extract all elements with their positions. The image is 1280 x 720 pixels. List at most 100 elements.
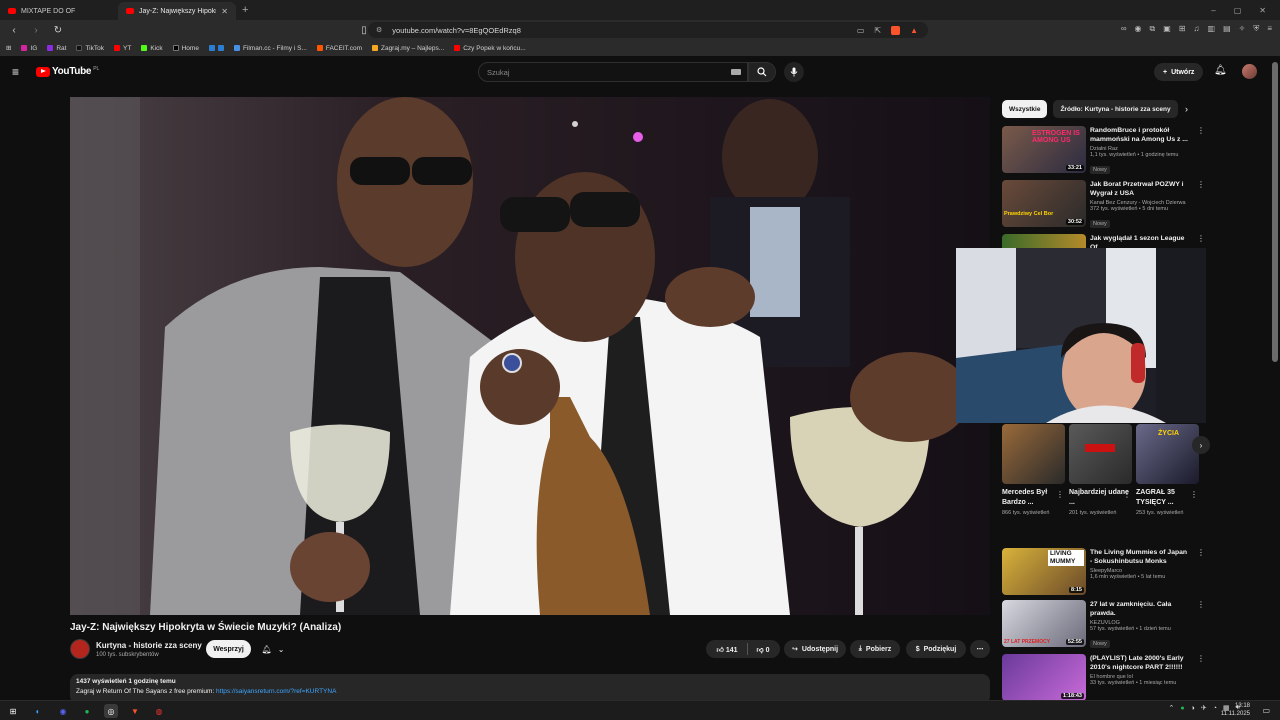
- keyboard-icon[interactable]: [731, 69, 741, 75]
- rewards-icon[interactable]: ▲: [910, 26, 918, 35]
- more-options-icon[interactable]: ⋮: [1190, 490, 1198, 499]
- thanks-button[interactable]: $ Podziękuj: [906, 640, 966, 658]
- chevron-right-icon[interactable]: ›: [1185, 104, 1188, 114]
- chip-from-channel[interactable]: Źródło: Kurtyna - historie zza sceny: [1053, 100, 1178, 118]
- tray-app-icon[interactable]: ◔: [1213, 705, 1217, 712]
- site-info-icon[interactable]: ⚙: [376, 26, 382, 34]
- recommendation-item[interactable]: Prawdziwy Cel Bor 30:52 Jak Borat Przetr…: [1002, 180, 1207, 230]
- share-button[interactable]: ↪ Udostępnij: [784, 640, 846, 658]
- shorts-next-button[interactable]: ›: [1192, 436, 1210, 454]
- hamburger-menu-icon[interactable]: ≡: [12, 65, 19, 79]
- download-button[interactable]: ⤓ Pobierz: [850, 640, 900, 658]
- short-thumbnail[interactable]: ŻYCIA: [1136, 424, 1199, 484]
- video-player[interactable]: [70, 97, 990, 615]
- brave-shield-icon[interactable]: [891, 25, 901, 35]
- close-window-icon[interactable]: ✕: [1259, 6, 1266, 15]
- brave-icon[interactable]: ▼: [128, 704, 142, 718]
- recommendation-item[interactable]: 27 LAT PRZEMOCY 52:55 27 lat w zamknięci…: [1002, 600, 1207, 650]
- chip-all[interactable]: Wszystkie: [1002, 100, 1048, 118]
- app-icon[interactable]: ◍: [152, 704, 166, 718]
- youtube-logo[interactable]: YouTube PL: [36, 66, 99, 77]
- sidebar-icon[interactable]: ▥: [1208, 24, 1216, 34]
- user-avatar[interactable]: [1242, 64, 1257, 79]
- forward-icon[interactable]: ›: [28, 25, 44, 36]
- recommendation-item[interactable]: ESTROGEN IS AMONG US 33:21 RandomBruce i…: [1002, 126, 1207, 176]
- more-options-icon[interactable]: ⋮: [1197, 654, 1205, 663]
- channel-avatar[interactable]: [70, 639, 90, 659]
- address-bar[interactable]: ⚙ youtube.com/watch?v=8EgQOEdRzq8 ▭ ⇱ ▲: [368, 22, 928, 38]
- tray-app-icon[interactable]: ●: [1180, 705, 1184, 712]
- obs-icon[interactable]: ◎: [104, 704, 118, 718]
- bookmark-item[interactable]: FACEIT.com: [316, 45, 362, 52]
- create-button[interactable]: + Utwórz: [1154, 63, 1204, 81]
- extension-icon[interactable]: ∞: [1121, 24, 1127, 34]
- system-clock[interactable]: 13:18 11.11.2025: [1221, 702, 1250, 718]
- dislike-button[interactable]: 👎︎ 0: [757, 645, 770, 654]
- more-options-icon[interactable]: ⋮: [1056, 490, 1064, 499]
- back-icon[interactable]: ‹: [6, 25, 22, 36]
- video-thumbnail[interactable]: LIVING MUMMY 8:15: [1002, 548, 1086, 595]
- reload-icon[interactable]: ↻: [50, 25, 66, 36]
- recommendation-item[interactable]: 1:18:43 (PLAYLIST) Late 2000's Early 201…: [1002, 654, 1207, 704]
- video-thumbnail[interactable]: [1002, 234, 1086, 248]
- apps-icon[interactable]: ⊞: [6, 44, 11, 52]
- bookmark-item[interactable]: Czy Popek w końcu...: [454, 45, 526, 52]
- extension-icon[interactable]: ▣: [1163, 24, 1171, 34]
- menu-icon[interactable]: ≡: [1267, 24, 1272, 34]
- like-button[interactable]: 👍︎ 141: [717, 645, 738, 654]
- music-icon[interactable]: ♫: [1194, 24, 1200, 34]
- browser-tab-mixtape[interactable]: MIXTAPE DO OF: [0, 2, 118, 20]
- more-options-icon[interactable]: ⋮: [1197, 126, 1205, 135]
- bookmark-item[interactable]: TikTok: [76, 45, 104, 52]
- start-menu-icon[interactable]: ⊞: [6, 704, 20, 718]
- extension-icon[interactable]: ◉: [1135, 24, 1142, 34]
- extension-icon[interactable]: ⧉: [1150, 24, 1156, 34]
- notifications-bell-icon[interactable]: 🔔︎: [1214, 65, 1227, 76]
- short-thumbnail[interactable]: [1069, 424, 1132, 484]
- spotify-icon[interactable]: ●: [80, 704, 94, 718]
- bookmark-item[interactable]: Kick: [141, 45, 163, 52]
- leo-icon[interactable]: ✧: [1239, 24, 1246, 34]
- new-tab-icon[interactable]: +: [236, 4, 254, 16]
- bookmark-item[interactable]: YT: [114, 45, 131, 52]
- bookmark-item[interactable]: IG: [21, 45, 37, 52]
- video-thumbnail[interactable]: ESTROGEN IS AMONG US 33:21: [1002, 126, 1086, 173]
- support-button[interactable]: Wesprzyj: [206, 640, 251, 658]
- page-scrollbar[interactable]: [1272, 62, 1278, 362]
- voice-search-button[interactable]: [784, 62, 804, 82]
- video-thumbnail[interactable]: 27 LAT PRZEMOCY 52:55: [1002, 600, 1086, 647]
- chevron-up-icon[interactable]: ⌃: [1169, 704, 1175, 712]
- bookmark-item[interactable]: Filman.cc - Filmy i S...: [233, 45, 307, 52]
- notifications-icon[interactable]: ▭: [1262, 706, 1270, 715]
- discord-icon[interactable]: ◉: [56, 704, 70, 718]
- tray-app-icon[interactable]: ✈: [1201, 704, 1207, 712]
- minimize-icon[interactable]: –: [1211, 6, 1215, 15]
- maximize-icon[interactable]: ▢: [1234, 6, 1242, 15]
- bookmark-item[interactable]: Home: [172, 45, 199, 52]
- recommendation-item[interactable]: LIVING MUMMY 8:15 The Living Mummies of …: [1002, 548, 1207, 598]
- channel-name[interactable]: Kurtyna - historie zza sceny: [96, 641, 202, 650]
- bookmark-item[interactable]: [208, 45, 224, 51]
- browser-tab-active[interactable]: Jay-Z: Największy Hipokryta ✕: [118, 2, 236, 20]
- search-input[interactable]: Szukaj: [478, 62, 748, 82]
- recommendation-item[interactable]: Jak wyglądał 1 sezon League Of ⋮: [1002, 234, 1207, 248]
- subscription-notification-button[interactable]: 🔔︎ ⌄: [256, 640, 290, 658]
- edge-icon[interactable]: ◐: [31, 704, 45, 718]
- vpn-icon[interactable]: ⛨: [1253, 24, 1259, 34]
- more-options-icon[interactable]: ⋮: [1197, 180, 1205, 189]
- short-thumbnail[interactable]: [1002, 424, 1065, 484]
- search-button[interactable]: [748, 62, 776, 82]
- wallet-icon[interactable]: ▤: [1223, 24, 1231, 34]
- video-thumbnail[interactable]: 1:18:43: [1002, 654, 1086, 701]
- bookmark-item[interactable]: Rat: [47, 45, 66, 52]
- close-tab-icon[interactable]: ✕: [221, 7, 228, 16]
- more-actions-button[interactable]: ⋯: [970, 640, 990, 658]
- extension-icon[interactable]: ⊞: [1179, 24, 1186, 34]
- more-options-icon[interactable]: ⋮: [1197, 234, 1205, 243]
- tray-app-icon[interactable]: ◑: [1191, 705, 1195, 712]
- bookmark-item[interactable]: Zagraj.my – Najleps...: [371, 45, 444, 52]
- more-options-icon[interactable]: ⋮: [1197, 548, 1205, 557]
- more-options-icon[interactable]: ⋮: [1197, 600, 1205, 609]
- description-link[interactable]: https://saiyansreturn.com/?ref=KURTYNA: [216, 688, 336, 695]
- video-thumbnail[interactable]: Prawdziwy Cel Bor 30:52: [1002, 180, 1086, 227]
